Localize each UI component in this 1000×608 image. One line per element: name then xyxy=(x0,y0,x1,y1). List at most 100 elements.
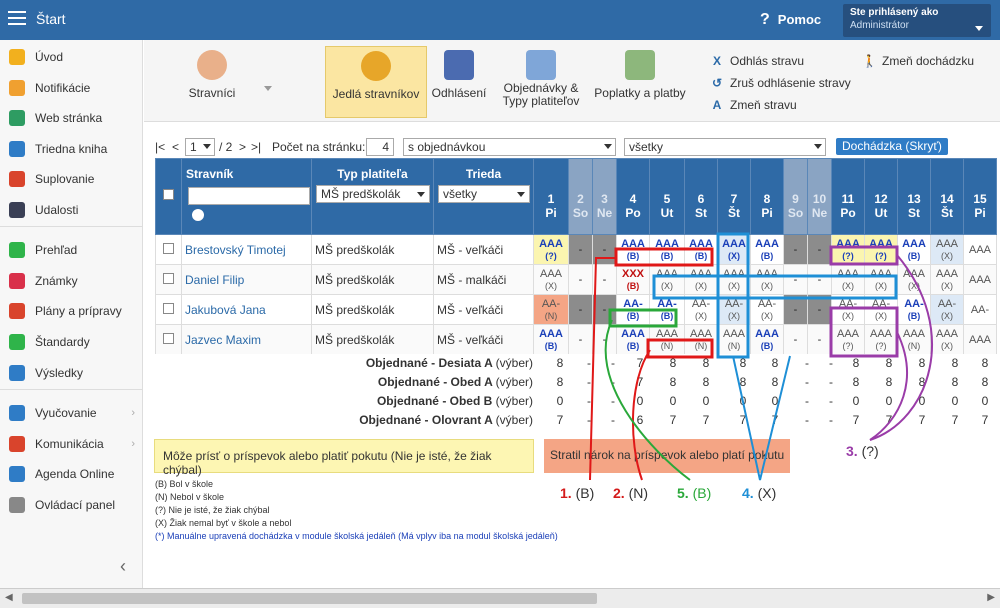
scroll-left-icon[interactable]: ◀ xyxy=(5,592,13,603)
meal-cell[interactable]: AA- (B) xyxy=(616,294,650,325)
meal-cell[interactable]: AAA (?) xyxy=(831,234,865,265)
help-button[interactable]: ? Pomoc xyxy=(760,11,821,29)
diner-name-link[interactable]: Daniel Filip xyxy=(181,264,312,295)
meal-cell[interactable]: AA- (X) xyxy=(864,294,898,325)
meal-cell[interactable]: AAA (X) xyxy=(717,234,751,265)
meal-cell[interactable]: AAA (X) xyxy=(864,264,898,295)
sidebar-item-7[interactable]: Známky xyxy=(0,268,143,294)
attendance-toggle-button[interactable]: Dochádzka (Skryť) xyxy=(836,138,948,155)
meal-cell[interactable]: AAA (B) xyxy=(616,234,650,265)
meal-cell[interactable]: AA- (B) xyxy=(897,294,931,325)
meal-cell[interactable]: AAA (?) xyxy=(864,234,898,265)
meal-cell[interactable]: - xyxy=(568,234,593,265)
meal-cell[interactable]: - xyxy=(592,324,617,354)
class-filter-select[interactable]: všetky xyxy=(438,185,530,203)
sidebar-item-2[interactable]: Web stránka xyxy=(0,105,143,131)
collapse-sidebar-icon[interactable]: ‹ xyxy=(120,556,126,577)
row-checkbox[interactable] xyxy=(163,272,174,284)
meal-cell[interactable]: - xyxy=(592,264,617,295)
meal-cell[interactable]: AAA (B) xyxy=(684,234,718,265)
meal-cell[interactable]: AAA (X) xyxy=(930,264,964,295)
meal-cell[interactable]: AAA (B) xyxy=(533,324,569,354)
meal-cell[interactable]: - xyxy=(568,294,593,325)
sidebar-item-11[interactable]: Vyučovanie › xyxy=(0,400,143,426)
payer-filter-select[interactable]: MŠ predškolák xyxy=(316,185,430,203)
meal-cell[interactable]: AAA (X) xyxy=(533,264,569,295)
meal-cell[interactable]: - xyxy=(783,294,808,325)
meal-cell[interactable]: AAA xyxy=(963,264,997,295)
sidebar-item-8[interactable]: Plány a prípravy xyxy=(0,298,143,324)
search-icon[interactable] xyxy=(190,207,206,223)
meal-cell[interactable]: AAA (?) xyxy=(864,324,898,354)
meal-cell[interactable]: AA- (B) xyxy=(649,294,685,325)
meal-cell[interactable]: AAA (N) xyxy=(649,324,685,354)
meal-cell[interactable]: AAA (X) xyxy=(831,264,865,295)
odhlas-stravu-link[interactable]: X Odhlás stravu xyxy=(710,50,851,72)
sidebar-item-1[interactable]: Notifikácie xyxy=(0,75,143,101)
meal-cell[interactable]: - xyxy=(807,324,832,354)
meal-cell[interactable]: AA- (X) xyxy=(717,294,751,325)
meal-cell[interactable]: AAA (?) xyxy=(831,324,865,354)
sidebar-item-4[interactable]: Suplovanie xyxy=(0,166,143,192)
page-select[interactable]: 1 xyxy=(185,138,215,156)
meal-cell[interactable]: AAA (B) xyxy=(750,324,784,354)
meal-cell[interactable]: AA- (N) xyxy=(533,294,569,325)
meal-cell[interactable]: AA- (X) xyxy=(684,294,718,325)
meal-cell[interactable]: AAA (X) xyxy=(684,264,718,295)
sidebar-item-3[interactable]: Triedna kniha xyxy=(0,136,143,162)
name-search-input[interactable] xyxy=(188,187,310,205)
meal-cell[interactable]: - xyxy=(807,234,832,265)
meal-cell[interactable]: AAA (B) xyxy=(897,234,931,265)
pager-last[interactable]: >| xyxy=(251,140,261,154)
zmen-stravu-link[interactable]: A Zmeň stravu xyxy=(710,94,851,116)
hamburger-menu-icon[interactable] xyxy=(8,11,26,27)
meal-cell[interactable]: - xyxy=(807,264,832,295)
meal-cell[interactable]: AA- xyxy=(963,294,997,325)
select-all-checkbox[interactable] xyxy=(163,189,174,200)
tb-poplatky-button[interactable]: Poplatky a platby xyxy=(590,46,690,118)
meal-cell[interactable]: AAA xyxy=(963,324,997,354)
meal-cell[interactable]: AAA (N) xyxy=(717,324,751,354)
row-checkbox[interactable] xyxy=(163,302,174,314)
row-checkbox[interactable] xyxy=(163,242,174,254)
sidebar-item-14[interactable]: Ovládací panel xyxy=(0,492,143,518)
diner-name-link[interactable]: Jakubová Jana xyxy=(181,294,312,325)
meal-cell[interactable]: AAA (N) xyxy=(897,324,931,354)
sidebar-item-12[interactable]: Komunikácia › xyxy=(0,431,143,457)
meal-cell[interactable]: AA- (X) xyxy=(750,294,784,325)
meal-cell[interactable]: - xyxy=(568,264,593,295)
pager-prev[interactable]: < xyxy=(172,140,179,154)
meal-cell[interactable]: - xyxy=(783,234,808,265)
meal-cell[interactable]: - xyxy=(783,264,808,295)
zrus-odhlasenie-link[interactable]: ↺ Zruš odhlásenie stravy xyxy=(710,72,851,94)
user-menu[interactable]: Ste prihlásený ako Administrátor xyxy=(843,4,991,37)
meal-cell[interactable]: AAA (X) xyxy=(897,264,931,295)
diner-name-link[interactable]: Jazvec Maxim xyxy=(181,324,312,354)
sidebar-item-0[interactable]: Úvod xyxy=(0,44,143,70)
meal-cell[interactable]: AAA (?) xyxy=(533,234,569,265)
meal-cell[interactable]: AAA (N) xyxy=(684,324,718,354)
meal-cell[interactable]: - xyxy=(592,234,617,265)
meal-cell[interactable]: AA- (X) xyxy=(831,294,865,325)
sidebar-item-5[interactable]: Udalosti xyxy=(0,197,143,223)
tb-objednavky-button[interactable]: Objednávky & Typy platiteľov xyxy=(496,46,586,118)
order-filter-select[interactable]: s objednávkou xyxy=(403,138,616,156)
sidebar-item-10[interactable]: Výsledky xyxy=(0,360,143,386)
sidebar-item-13[interactable]: Agenda Online xyxy=(0,461,143,487)
meal-cell[interactable]: AAA (B) xyxy=(616,324,650,354)
horizontal-scrollbar[interactable]: ◀ ▶ xyxy=(0,588,1000,608)
meal-cell[interactable]: - xyxy=(568,324,593,354)
scroll-right-icon[interactable]: ▶ xyxy=(987,592,995,603)
scope-filter-select[interactable]: všetky xyxy=(624,138,826,156)
sidebar-item-9[interactable]: Štandardy xyxy=(0,329,143,355)
tb-jedla-button[interactable]: Jedlá stravníkov xyxy=(325,46,427,118)
scrollbar-thumb[interactable] xyxy=(22,593,597,604)
meal-cell[interactable]: AAA (X) xyxy=(750,264,784,295)
row-checkbox[interactable] xyxy=(163,332,174,344)
pager-next[interactable]: > xyxy=(239,140,246,154)
tb-stravnici-button[interactable]: Stravníci xyxy=(152,46,272,118)
sidebar-item-6[interactable]: Prehľad xyxy=(0,237,143,263)
meal-cell[interactable]: - xyxy=(783,324,808,354)
meal-cell[interactable]: AAA xyxy=(963,234,997,265)
tb-odhlaseni-button[interactable]: Odhlásení xyxy=(429,46,489,118)
